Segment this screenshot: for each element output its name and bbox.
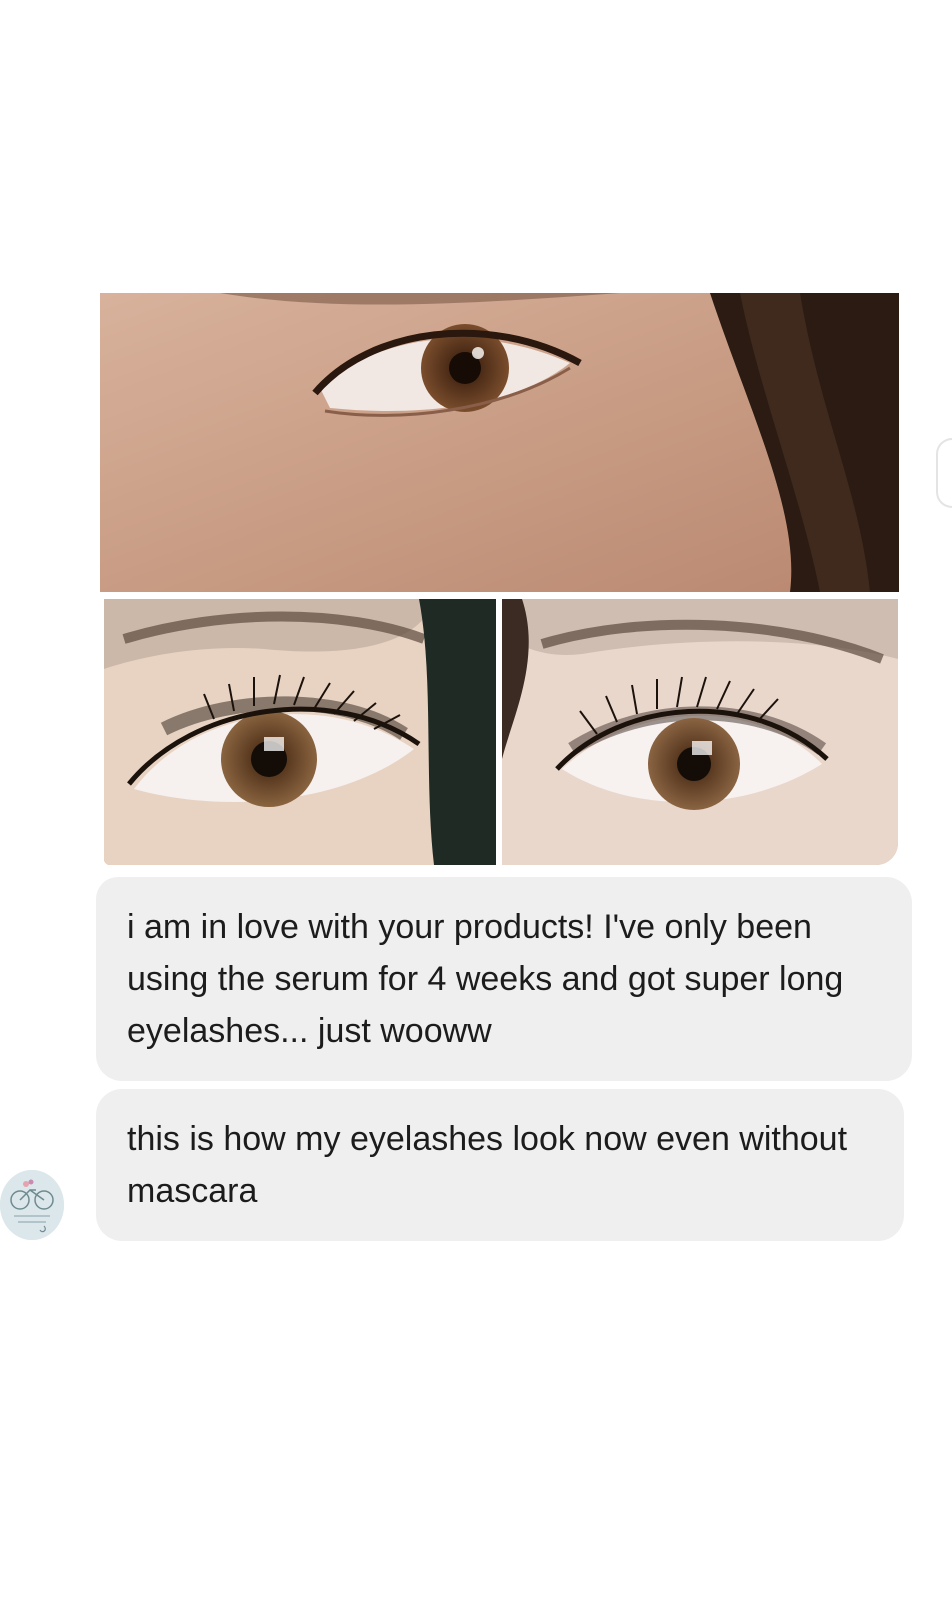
message-text: i am in love with your products! I've on…: [127, 908, 844, 1050]
message-photo-eye-right[interactable]: [502, 599, 898, 865]
message-photo-eye-closeup[interactable]: [100, 293, 899, 592]
message-text: this is how my eyelashes look now even w…: [127, 1120, 848, 1210]
message-bubble[interactable]: this is how my eyelashes look now even w…: [96, 1089, 904, 1241]
message-bubble[interactable]: i am in love with your products! I've on…: [96, 877, 912, 1081]
eye-lashes-photo-icon: [502, 599, 898, 865]
message-photo-eye-left[interactable]: [104, 599, 496, 865]
eye-lashes-photo-icon: [104, 599, 496, 865]
eye-closeup-photo-icon: [100, 293, 899, 592]
bicycle-logo-icon: [0, 1170, 64, 1240]
scroll-edge-indicator: [936, 438, 952, 508]
sender-avatar[interactable]: [0, 1170, 64, 1240]
